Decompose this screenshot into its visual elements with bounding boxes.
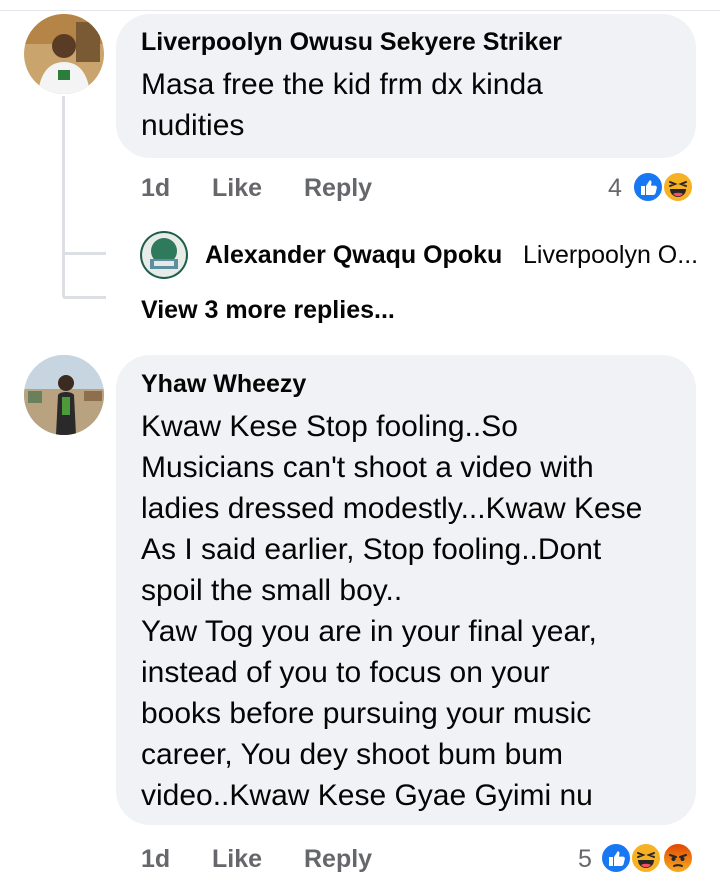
like-icon: [632, 171, 664, 203]
reply-avatar-image: [140, 231, 188, 279]
top-divider: [0, 10, 720, 11]
thread-branch-line: [62, 296, 106, 299]
reply-preview-text[interactable]: Liverpoolyn O...: [523, 241, 698, 270]
haha-icon: [662, 171, 694, 203]
comment-time[interactable]: 1d: [141, 845, 170, 874]
like-button[interactable]: Like: [212, 845, 262, 874]
comment-author[interactable]: Yhaw Wheezy: [141, 370, 306, 399]
reply-button[interactable]: Reply: [304, 174, 372, 203]
thread-branch-line: [62, 252, 106, 255]
avatar[interactable]: [24, 355, 104, 435]
angry-icon: [662, 842, 694, 874]
reply-author[interactable]: Alexander Qwaqu Opoku: [205, 241, 502, 270]
comment-text: Masa free the kid frm dx kinda nudities: [141, 68, 543, 142]
reaction-count[interactable]: 4: [608, 174, 622, 203]
reply-button[interactable]: Reply: [304, 845, 372, 874]
like-button[interactable]: Like: [212, 174, 262, 203]
comment-time[interactable]: 1d: [141, 174, 170, 203]
reaction-count[interactable]: 5: [578, 845, 592, 874]
comment-text: Kwaw Kese Stop fooling..So Musicians can…: [141, 410, 643, 812]
avatar-image: [24, 14, 104, 94]
view-more-replies[interactable]: View 3 more replies...: [141, 296, 395, 325]
haha-icon: [630, 842, 662, 874]
thread-line: [62, 96, 65, 296]
avatar-image: [24, 355, 104, 435]
avatar[interactable]: [24, 14, 104, 94]
reply-avatar[interactable]: [140, 231, 188, 279]
comment-author[interactable]: Liverpoolyn Owusu Sekyere Striker: [141, 28, 562, 57]
like-icon: [600, 842, 632, 874]
